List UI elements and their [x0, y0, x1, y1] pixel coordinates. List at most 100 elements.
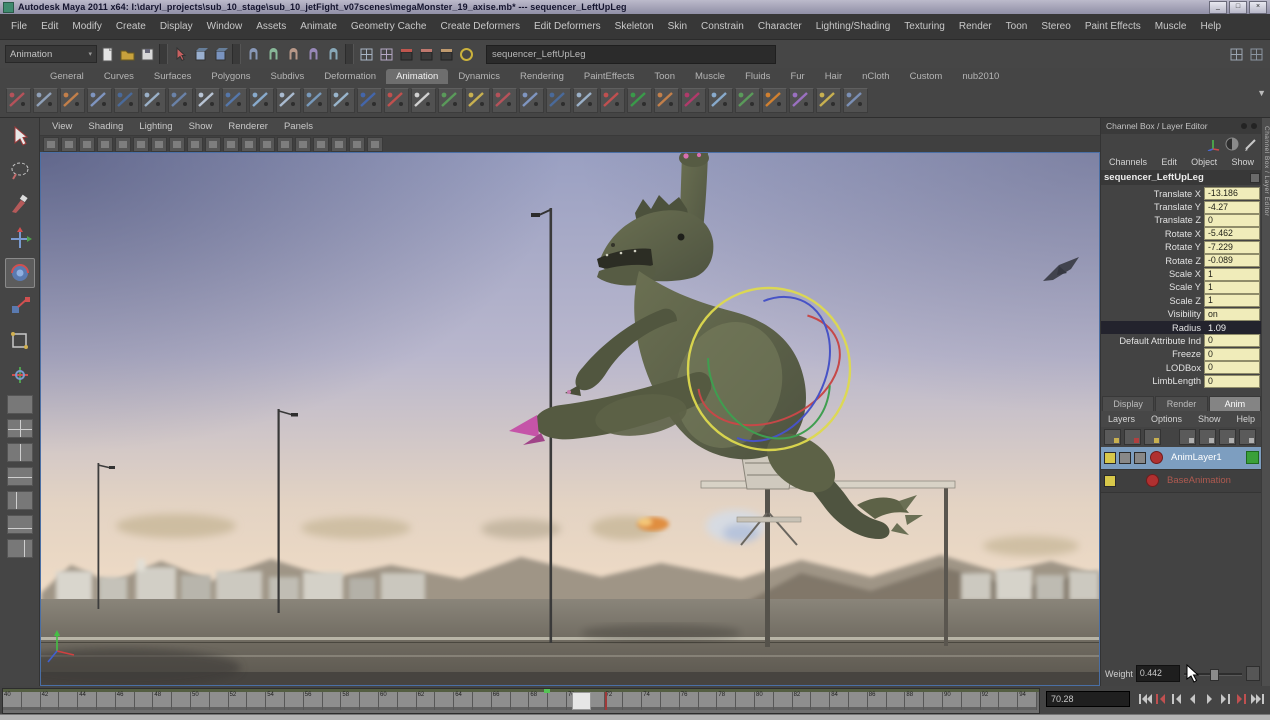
shelf-icon-18[interactable]: [465, 88, 490, 113]
shelf-icon-20[interactable]: [519, 88, 544, 113]
channel-row-freeze[interactable]: Freeze0: [1101, 348, 1262, 361]
channel-row-scale-x[interactable]: Scale X1: [1101, 267, 1262, 280]
channel-box-side-tab[interactable]: Channel Box / Layer Editor: [1261, 118, 1270, 686]
channel-value-field[interactable]: 0: [1204, 361, 1260, 374]
shelf-icon-30[interactable]: [789, 88, 814, 113]
shelf-icon-8[interactable]: [195, 88, 220, 113]
depth-of-field-icon[interactable]: [313, 137, 329, 152]
channel-row-scale-y[interactable]: Scale Y1: [1101, 281, 1262, 294]
menu-create[interactable]: Create: [109, 14, 153, 39]
channel-value-field[interactable]: 1: [1204, 268, 1260, 281]
shelf-icon-4[interactable]: [87, 88, 112, 113]
move-tool[interactable]: [5, 224, 35, 254]
channel-row-translate-y[interactable]: Translate Y-4.27: [1101, 200, 1262, 213]
channel-value-field[interactable]: 1: [1204, 294, 1260, 307]
four-pane-layout[interactable]: [7, 419, 33, 438]
channel-box-menu-object[interactable]: Object: [1191, 157, 1217, 167]
layer-lock-checkbox[interactable]: [1134, 452, 1146, 464]
channel-value-field[interactable]: -4.27: [1204, 201, 1260, 214]
shelf-icon-19[interactable]: [492, 88, 517, 113]
channel-row-visibility[interactable]: Visibilityon: [1101, 308, 1262, 321]
key-weight-button[interactable]: [1246, 666, 1260, 681]
shelf-tab-fur[interactable]: Fur: [780, 69, 814, 84]
shelf-icon-17[interactable]: [438, 88, 463, 113]
channel-value-field[interactable]: -7.229: [1204, 241, 1260, 254]
menu-lighting-shading[interactable]: Lighting/Shading: [809, 14, 898, 39]
weight-value-field[interactable]: [1136, 665, 1180, 682]
menu-paint-effects[interactable]: Paint Effects: [1078, 14, 1148, 39]
menu-window[interactable]: Window: [200, 14, 250, 39]
play-backwards-button[interactable]: [1186, 691, 1201, 707]
universal-manipulator-tool[interactable]: [5, 326, 35, 356]
file-save-icon[interactable]: [138, 45, 156, 63]
layer-mute-checkbox[interactable]: [1104, 475, 1116, 487]
menu-file[interactable]: File: [4, 14, 34, 39]
layer-menu-show[interactable]: Show: [1198, 414, 1221, 424]
menu-animate[interactable]: Animate: [293, 14, 344, 39]
shelf-tab-surfaces[interactable]: Surfaces: [144, 69, 202, 84]
snap-to-view-plane-icon[interactable]: [304, 45, 322, 63]
manipulator-axes-icon[interactable]: [1206, 137, 1220, 151]
play-forwards-button[interactable]: [1202, 691, 1217, 707]
anim-layer-from-selection-icon[interactable]: [1124, 429, 1141, 445]
step-back-one-key-button[interactable]: [1154, 691, 1169, 707]
render-settings-icon[interactable]: [457, 45, 475, 63]
channel-box-menu-channels[interactable]: Channels: [1109, 157, 1147, 167]
anim-layer-row-baseanimation[interactable]: BaseAnimation: [1101, 470, 1262, 493]
layer-menu-help[interactable]: Help: [1236, 414, 1255, 424]
shelf-icon-9[interactable]: [222, 88, 247, 113]
two-pane-stacked-layout[interactable]: [7, 467, 33, 486]
viewport-menu-lighting[interactable]: Lighting: [131, 121, 180, 132]
shelf-icon-14[interactable]: [357, 88, 382, 113]
panel-pin-icon[interactable]: [1241, 123, 1247, 129]
snap-to-point-icon[interactable]: [284, 45, 302, 63]
shelf-tab-ncloth[interactable]: nCloth: [852, 69, 899, 84]
empty-anim-layer-icon[interactable]: [1104, 429, 1121, 445]
gate-mask-icon[interactable]: [97, 137, 113, 152]
menu-stereo[interactable]: Stereo: [1034, 14, 1077, 39]
quick-selection-field[interactable]: [486, 45, 776, 64]
step-forward-one-key-button[interactable]: [1234, 691, 1249, 707]
paint-select-tool[interactable]: [5, 190, 35, 220]
shelf-icon-24[interactable]: [627, 88, 652, 113]
menu-skin[interactable]: Skin: [661, 14, 694, 39]
xray-icon[interactable]: [349, 137, 365, 152]
render-current-frame-icon[interactable]: [417, 45, 435, 63]
channel-box-menu-edit[interactable]: Edit: [1161, 157, 1177, 167]
shadows-icon[interactable]: [241, 137, 257, 152]
shelf-icon-2[interactable]: [33, 88, 58, 113]
menu-skeleton[interactable]: Skeleton: [608, 14, 661, 39]
lights-icon[interactable]: [223, 137, 239, 152]
grid-toggle-icon[interactable]: [43, 137, 59, 152]
shelf-icon-10[interactable]: [249, 88, 274, 113]
shelf-tab-rendering[interactable]: Rendering: [510, 69, 574, 84]
open-render-view-icon[interactable]: [397, 45, 415, 63]
channel-row-lodbox[interactable]: LODBox0: [1101, 361, 1262, 374]
select-component-icon[interactable]: [211, 45, 229, 63]
menu-render[interactable]: Render: [952, 14, 999, 39]
viewport-canvas[interactable]: [40, 152, 1100, 686]
speed-control-icon[interactable]: [1225, 137, 1239, 151]
screen-space-ao-icon[interactable]: [259, 137, 275, 152]
layer-mute-checkbox[interactable]: [1104, 452, 1116, 464]
merge-layers-icon[interactable]: [1219, 429, 1236, 445]
shelf-overflow-icon[interactable]: ▼: [1257, 88, 1266, 98]
menu-constrain[interactable]: Constrain: [694, 14, 751, 39]
shelf-tab-nub2010[interactable]: nub2010: [952, 69, 1009, 84]
maximize-button[interactable]: □: [1229, 1, 1247, 14]
resolution-gate-icon[interactable]: [79, 137, 95, 152]
minimize-button[interactable]: _: [1209, 1, 1227, 14]
shelf-tab-hair[interactable]: Hair: [815, 69, 852, 84]
show-ui-elements-icon[interactable]: [1227, 45, 1245, 63]
close-button[interactable]: ×: [1249, 1, 1267, 14]
current-frame-marker[interactable]: [572, 692, 591, 710]
shaded-icon[interactable]: [187, 137, 203, 152]
hide-ui-elements-icon[interactable]: [1247, 45, 1265, 63]
shelf-icon-26[interactable]: [681, 88, 706, 113]
safe-title-icon[interactable]: [151, 137, 167, 152]
shelf-icon-15[interactable]: [384, 88, 409, 113]
motion-blur-icon[interactable]: [277, 137, 293, 152]
menu-texturing[interactable]: Texturing: [897, 14, 952, 39]
channel-row-radius[interactable]: Radius1.09: [1101, 321, 1262, 334]
layer-menu-options[interactable]: Options: [1151, 414, 1182, 424]
